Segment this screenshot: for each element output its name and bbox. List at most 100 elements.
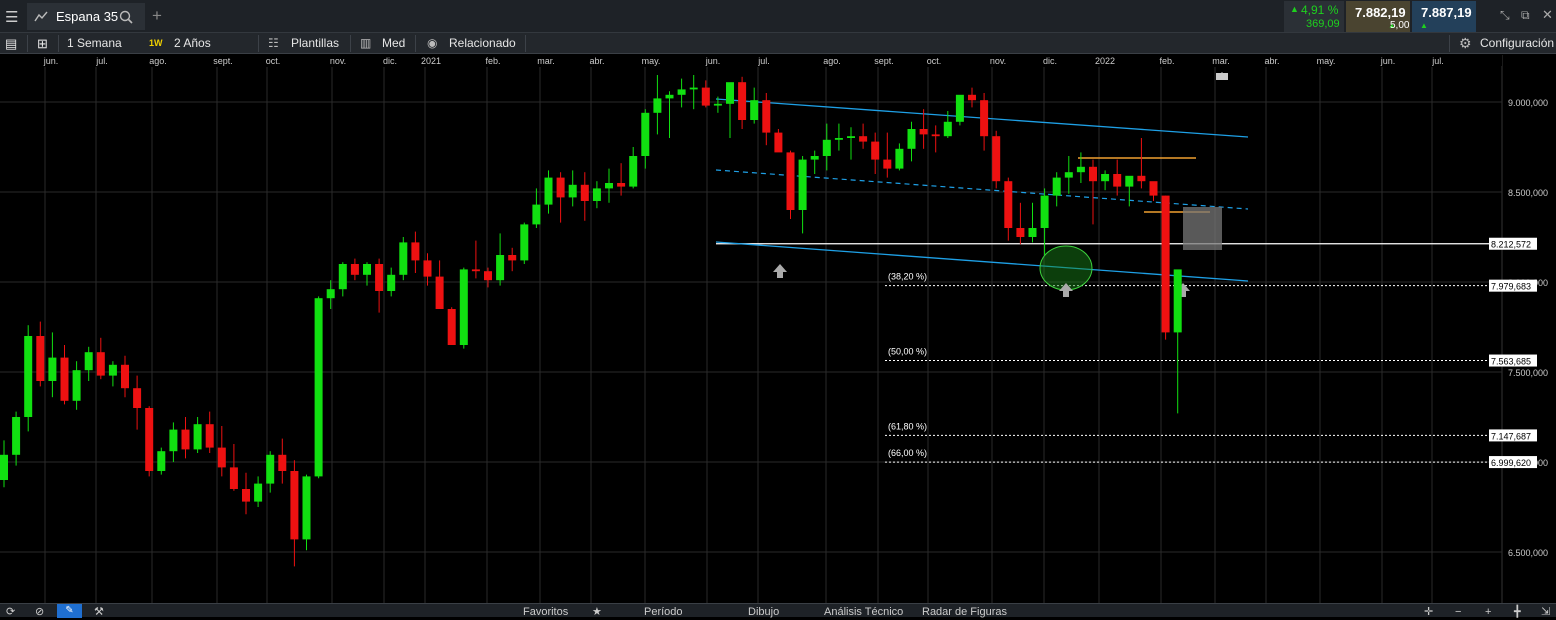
collapse-icon[interactable]: ⤡ bbox=[1500, 8, 1510, 23]
candle-body bbox=[423, 260, 432, 277]
candle-body bbox=[72, 370, 81, 401]
interval-badge: 1W bbox=[149, 38, 163, 48]
candle-body bbox=[350, 264, 359, 275]
month-tick-label: mar. bbox=[537, 56, 555, 66]
menu-icon[interactable]: ☰ bbox=[5, 8, 18, 26]
list-icon[interactable]: ▤ bbox=[5, 33, 17, 54]
crosshair-icon[interactable]: ╋ bbox=[1514, 604, 1521, 618]
y-tick-label: 6.500,000 bbox=[1508, 548, 1548, 558]
candle-body bbox=[133, 388, 142, 408]
price-chart[interactable]: jun. jul. ago. sept. oct. nov. dic. 2021 feb. mar… bbox=[0, 55, 1556, 603]
highlight-zone bbox=[1183, 207, 1222, 250]
candle-body bbox=[217, 447, 226, 468]
candle-body bbox=[471, 269, 480, 272]
candle-body bbox=[750, 100, 759, 120]
month-tick-label: nov. bbox=[330, 56, 346, 66]
ask-box[interactable]: 7.887,19 5,00 ▲ bbox=[1390, 1, 1476, 32]
star-icon[interactable]: ★ bbox=[592, 604, 602, 618]
fib-level-label: (38,20 %) bbox=[888, 272, 927, 282]
search-icon[interactable] bbox=[119, 10, 133, 24]
candle-body bbox=[665, 94, 674, 99]
layout-grid-icon[interactable]: ⊞ bbox=[37, 33, 48, 54]
month-tick-label: 2022 bbox=[1095, 56, 1115, 66]
candle-body bbox=[12, 417, 21, 455]
ask-up-arrow-icon: ▲ bbox=[1420, 21, 1428, 30]
candle-body bbox=[181, 429, 190, 450]
month-tick-label: 2021 bbox=[421, 56, 441, 66]
candle-body bbox=[1161, 195, 1170, 333]
interval-select[interactable]: 1 Semana bbox=[67, 33, 122, 54]
candle-body bbox=[592, 188, 601, 201]
popout-icon[interactable]: ⧉ bbox=[1521, 8, 1530, 23]
change-pts: 369,09 bbox=[1306, 18, 1340, 30]
candle-body bbox=[968, 94, 976, 101]
technical-analysis-tab[interactable]: Análisis Técnico bbox=[824, 604, 903, 618]
templates-button[interactable]: Plantillas bbox=[291, 33, 339, 54]
candle-body bbox=[314, 298, 323, 477]
disable-icon[interactable]: ⊘ bbox=[35, 604, 44, 618]
eye-icon: ◉ bbox=[427, 36, 438, 50]
instrument-tab[interactable]: Espana 35 bbox=[27, 3, 145, 30]
candle-body bbox=[24, 336, 33, 417]
tools-icon[interactable]: ⚒ bbox=[94, 604, 104, 618]
fit-icon[interactable]: ⇲ bbox=[1541, 604, 1550, 618]
month-tick-label: nov. bbox=[990, 56, 1006, 66]
month-tick-label: jun. bbox=[1380, 56, 1396, 66]
move-icon[interactable]: ✛ bbox=[1424, 604, 1433, 618]
candle-body bbox=[568, 184, 577, 198]
refresh-icon[interactable]: ⟳ bbox=[6, 604, 15, 618]
month-tick-label: dic. bbox=[383, 56, 397, 66]
fib-level-label: (66,00 %) bbox=[888, 448, 927, 458]
candle-body bbox=[266, 454, 275, 484]
pencil-icon[interactable]: ✎ bbox=[57, 604, 82, 618]
candle-body bbox=[157, 451, 166, 471]
candle-type-icon: ▥ bbox=[360, 36, 372, 50]
month-tick-label: jun. bbox=[705, 56, 721, 66]
templates-icon: ☷ bbox=[268, 36, 279, 50]
med-button[interactable]: Med bbox=[382, 33, 405, 54]
candle-body bbox=[774, 132, 783, 153]
candle-body bbox=[1028, 228, 1037, 237]
patterns-radar-tab[interactable]: Radar de Figuras bbox=[922, 604, 1007, 618]
month-tick-label: feb. bbox=[1159, 56, 1174, 66]
favorites-tab[interactable]: Favoritos bbox=[523, 604, 568, 618]
candle-body bbox=[738, 82, 747, 120]
month-tick-label: oct. bbox=[927, 56, 942, 66]
close-icon[interactable]: ✕ bbox=[1542, 7, 1553, 23]
month-tick-label: jul. bbox=[1431, 56, 1444, 66]
candle-body bbox=[677, 89, 686, 95]
drawing-tab[interactable]: Dibujo bbox=[748, 604, 779, 618]
candle-body bbox=[0, 454, 8, 480]
month-tick-label: oct. bbox=[266, 56, 281, 66]
candle-body bbox=[48, 357, 57, 381]
range-select[interactable]: 2 Años bbox=[174, 33, 211, 54]
price-label: 7.147,687 bbox=[1491, 431, 1531, 441]
candle-body bbox=[859, 136, 868, 142]
candle-body bbox=[1089, 166, 1097, 182]
configuration-button[interactable]: Configuración bbox=[1480, 33, 1554, 54]
candle-body bbox=[278, 454, 287, 471]
candle-body bbox=[387, 274, 396, 291]
candle-body bbox=[36, 336, 45, 381]
candle-body bbox=[508, 255, 517, 261]
candle-body bbox=[302, 476, 311, 540]
candle-body bbox=[532, 204, 541, 225]
zoom-out-icon[interactable]: − bbox=[1455, 604, 1461, 618]
candle-body bbox=[145, 408, 154, 471]
related-button[interactable]: Relacionado bbox=[449, 33, 516, 54]
bid-price: 7.882,19 bbox=[1355, 5, 1406, 20]
candle-body bbox=[1016, 228, 1025, 237]
month-tick-label: jul. bbox=[757, 56, 770, 66]
candle-body bbox=[205, 424, 214, 448]
add-tab-icon[interactable]: + bbox=[152, 6, 162, 26]
period-tab[interactable]: Período bbox=[644, 604, 683, 618]
candle-body bbox=[847, 136, 855, 138]
candle-body bbox=[810, 156, 819, 160]
zoom-in-icon[interactable]: + bbox=[1485, 604, 1491, 618]
candle-body bbox=[943, 121, 952, 137]
fib-level-label: (61,80 %) bbox=[888, 421, 927, 431]
candle-body bbox=[1064, 172, 1073, 178]
candle-body bbox=[254, 483, 263, 502]
month-tick-label: feb. bbox=[485, 56, 500, 66]
spread-value: 5,00 bbox=[1390, 20, 1410, 31]
